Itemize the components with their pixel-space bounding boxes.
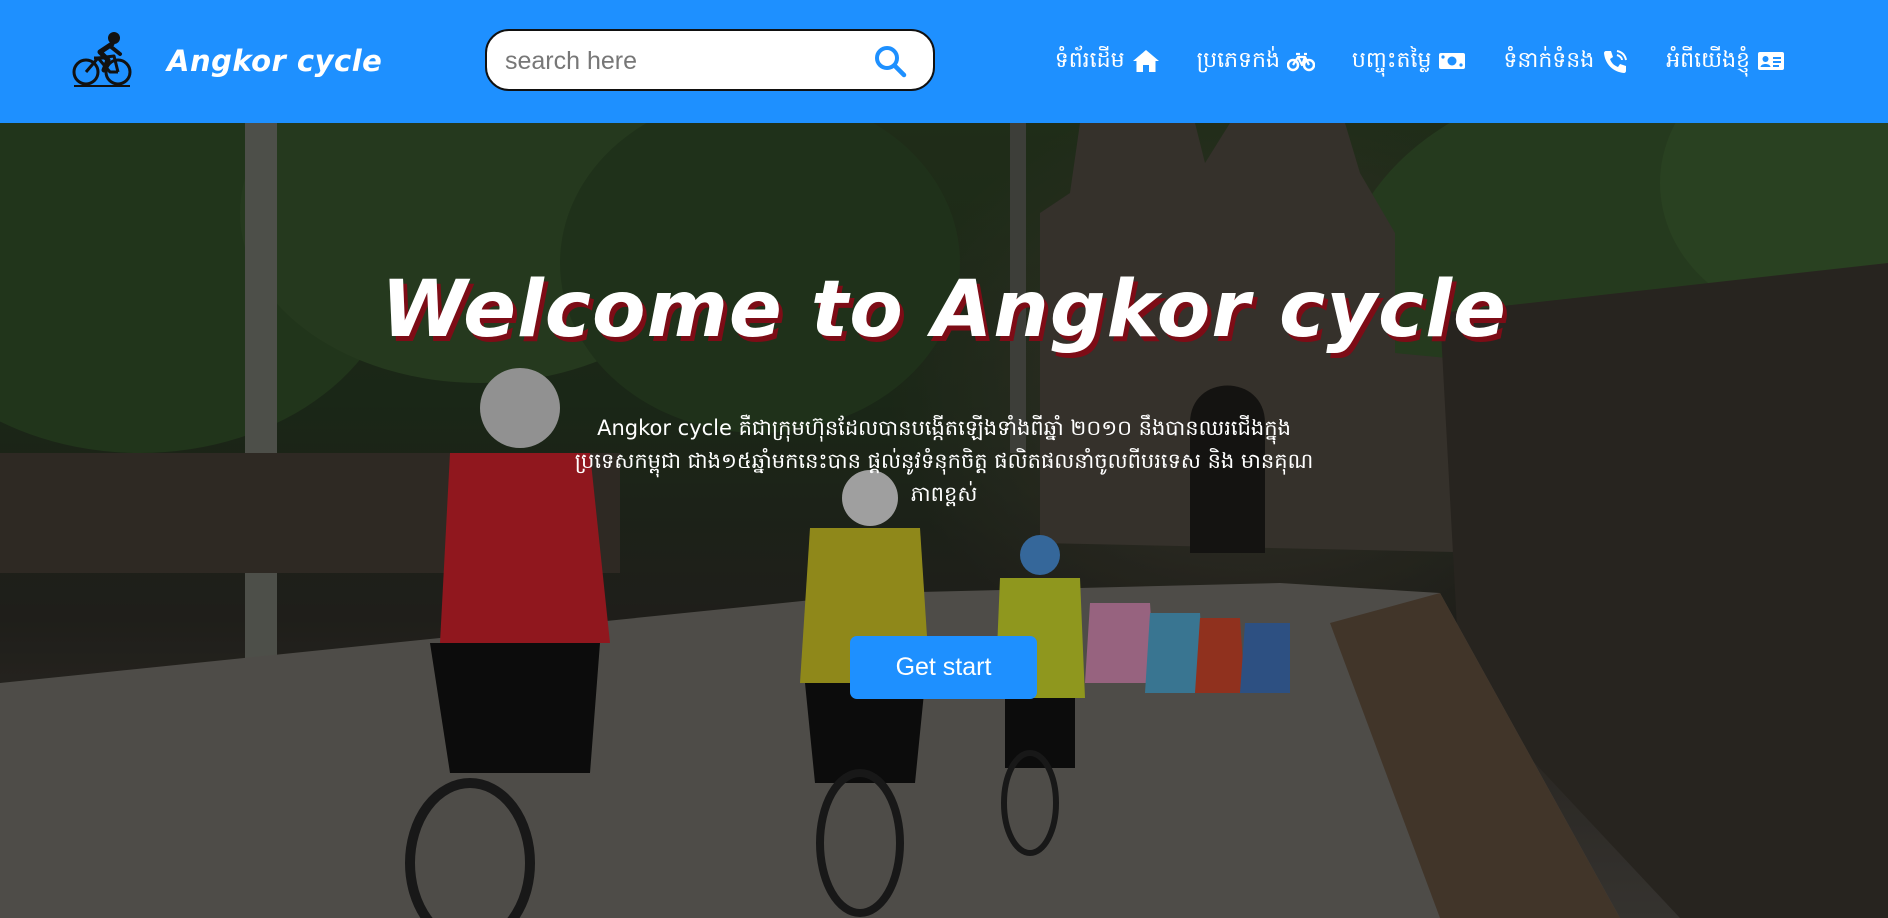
home-icon	[1132, 50, 1159, 72]
money-bill-icon	[1439, 53, 1466, 69]
hero-title: Welcome to Angkor cycle	[381, 265, 1507, 355]
search-icon[interactable]	[873, 44, 907, 78]
search-box	[485, 29, 935, 91]
nav-item-label: បញ្ចុះតម្លៃ	[1351, 48, 1432, 73]
hero-dark-overlay	[0, 123, 1888, 918]
hero-section: Welcome to Angkor cycle Angkor cycle គឺជ…	[0, 123, 1888, 918]
nav-item-label: អំពីយើងខ្ញុំ	[1666, 48, 1750, 73]
phone-icon	[1604, 50, 1628, 73]
get-start-button[interactable]: Get start	[850, 636, 1037, 699]
cyclist-icon[interactable]	[70, 28, 134, 92]
nav-item-label: ទំព័រដើម	[1054, 48, 1125, 73]
nav-item-home[interactable]: ទំព័រដើម	[1055, 46, 1160, 76]
bicycle-icon	[1286, 52, 1315, 72]
nav-item-bike-types[interactable]: ប្រភេទកង់	[1197, 46, 1315, 76]
nav-item-about[interactable]: អំពីយើងខ្ញុំ	[1666, 46, 1785, 76]
top-navbar: Angkor cycle ទំព័រដើម ប្រភេទកង់ បញ្ចុះតម…	[0, 0, 1888, 123]
id-card-icon	[1758, 52, 1784, 70]
main-nav: ទំព័រដើម ប្រភេទកង់ បញ្ចុះតម្លៃ ទំនាក់ទំន…	[1055, 43, 1785, 79]
nav-item-contact[interactable]: ទំនាក់ទំនង	[1503, 46, 1629, 76]
nav-item-discount[interactable]: បញ្ចុះតម្លៃ	[1352, 46, 1467, 76]
search-input[interactable]	[505, 43, 865, 79]
nav-item-label: ប្រភេទកង់	[1196, 48, 1280, 73]
brand-name[interactable]: Angkor cycle	[167, 44, 382, 78]
nav-item-label: ទំនាក់ទំនង	[1503, 48, 1595, 73]
hero-description: Angkor cycle គឺជាក្រុមហ៊ុនដែលបានបង្កើតឡើ…	[574, 416, 1314, 506]
